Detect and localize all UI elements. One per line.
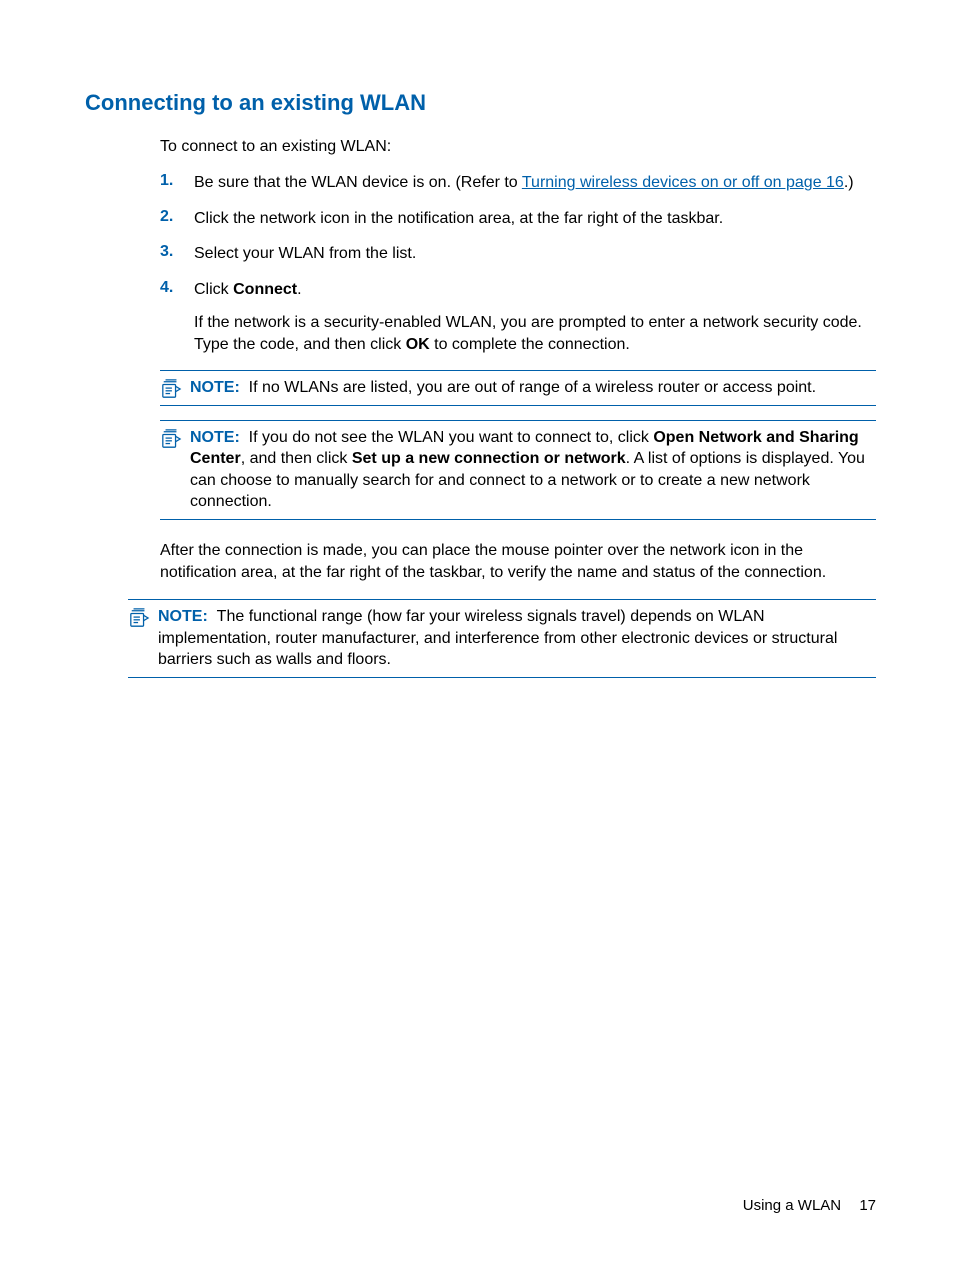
note-icon xyxy=(160,427,190,513)
list-body: Click the network icon in the notificati… xyxy=(194,208,876,230)
note-content: NOTE: If no WLANs are listed, you are ou… xyxy=(190,377,876,399)
step-text: Be sure that the WLAN device is on. (Ref… xyxy=(194,174,522,191)
ui-label: Set up a new connection or network xyxy=(352,450,626,467)
ui-label: Connect xyxy=(233,281,297,298)
note-label: NOTE: xyxy=(190,429,240,446)
step-text: . xyxy=(297,281,301,298)
page-number: 17 xyxy=(859,1197,876,1214)
note-box: NOTE: The functional range (how far your… xyxy=(128,599,876,678)
note-box: NOTE: If no WLANs are listed, you are ou… xyxy=(160,370,876,406)
step-text: .) xyxy=(844,174,854,191)
section-heading: Connecting to an existing WLAN xyxy=(85,90,876,116)
list-number: 3. xyxy=(160,243,194,265)
list-item: 2. Click the network icon in the notific… xyxy=(160,208,876,230)
step-text: Click xyxy=(194,281,233,298)
note-text: If no WLANs are listed, you are out of r… xyxy=(249,379,816,396)
note-text: The functional range (how far your wirel… xyxy=(158,608,837,668)
cross-reference-link[interactable]: Turning wireless devices on or off on pa… xyxy=(522,174,844,191)
note-icon xyxy=(128,606,158,671)
list-item: 3. Select your WLAN from the list. xyxy=(160,243,876,265)
note-icon xyxy=(160,377,190,399)
note-content: NOTE: The functional range (how far your… xyxy=(158,606,876,671)
note-label: NOTE: xyxy=(190,379,240,396)
inner-notes: NOTE: If no WLANs are listed, you are ou… xyxy=(160,370,876,520)
list-item: 1. Be sure that the WLAN device is on. (… xyxy=(160,172,876,194)
note-text: If you do not see the WLAN you want to c… xyxy=(249,429,654,446)
steps-list: 1. Be sure that the WLAN device is on. (… xyxy=(160,172,876,356)
list-number: 1. xyxy=(160,172,194,194)
note-text: , and then click xyxy=(241,450,352,467)
list-item: 4. Click Connect. If the network is a se… xyxy=(160,279,876,356)
page-footer: Using a WLAN 17 xyxy=(743,1197,876,1214)
paragraph: After the connection is made, you can pl… xyxy=(160,540,876,583)
footer-section-name: Using a WLAN xyxy=(743,1197,841,1214)
list-body: Click Connect. If the network is a secur… xyxy=(194,279,876,356)
step-text: to complete the connection. xyxy=(430,336,630,353)
list-body: Be sure that the WLAN device is on. (Ref… xyxy=(194,172,876,194)
note-content: NOTE: If you do not see the WLAN you wan… xyxy=(190,427,876,513)
note-box: NOTE: If you do not see the WLAN you wan… xyxy=(160,420,876,520)
note-label: NOTE: xyxy=(158,608,208,625)
outer-notes: NOTE: The functional range (how far your… xyxy=(128,599,876,678)
document-page: Connecting to an existing WLAN To connec… xyxy=(0,0,954,1270)
list-body: Select your WLAN from the list. xyxy=(194,243,876,265)
list-number: 4. xyxy=(160,279,194,356)
ui-label: OK xyxy=(406,336,430,353)
intro-text: To connect to an existing WLAN: xyxy=(160,138,876,156)
list-number: 2. xyxy=(160,208,194,230)
